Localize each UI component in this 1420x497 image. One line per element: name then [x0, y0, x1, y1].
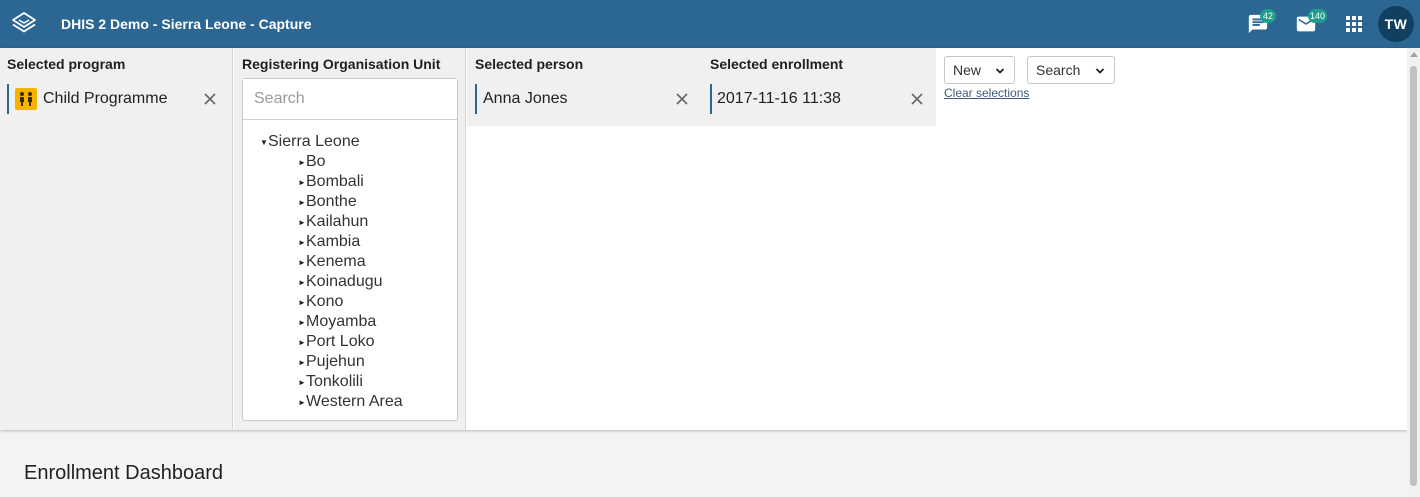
orgunit-tree-box: ▼ Sierra Leone ►Bo ►Bombali ►Bonthe ►Kai… — [242, 78, 458, 421]
tree-item-label[interactable]: Koinadugu — [306, 273, 383, 291]
tree-item-label[interactable]: Kono — [306, 293, 343, 311]
tree-item-label[interactable]: Pujehun — [306, 353, 365, 371]
tree-item-label[interactable]: Sierra Leone — [268, 133, 360, 151]
tree-item-label[interactable]: Bo — [306, 153, 326, 171]
collapsed-triangle-icon[interactable]: ► — [298, 238, 306, 247]
close-icon — [204, 93, 216, 105]
tree-item[interactable]: ► Bo — [298, 152, 403, 172]
tree-item[interactable]: ► Bonthe — [298, 192, 403, 212]
header-bar: DHIS 2 Demo - Sierra Leone - Capture 42 … — [0, 0, 1420, 48]
apps-grid-icon — [1346, 16, 1362, 32]
orgunit-selector: Registering Organisation Unit ▼ Sierra L… — [234, 48, 466, 430]
collapsed-triangle-icon[interactable]: ► — [298, 178, 306, 187]
program-name: Child Programme — [43, 90, 168, 107]
tree-item[interactable]: ► Kenema — [298, 252, 403, 272]
collapsed-triangle-icon[interactable]: ► — [298, 298, 306, 307]
orgunit-label: Registering Organisation Unit — [242, 56, 441, 72]
person-label: Selected person — [475, 56, 584, 72]
dashboard-title: Enrollment Dashboard — [24, 462, 223, 484]
dhis2-logo-icon[interactable] — [0, 0, 48, 48]
collapsed-triangle-icon[interactable]: ► — [298, 378, 306, 387]
tree-item-root[interactable]: ▼ Sierra Leone — [260, 132, 403, 152]
orgunit-search-input[interactable] — [243, 79, 457, 120]
person-enrollment-selector: Selected person Anna Jones Selected enro… — [467, 48, 936, 126]
tree-item[interactable]: ► Western Area — [298, 392, 403, 412]
clear-program-button[interactable] — [195, 84, 225, 114]
interpretations-badge: 42 — [1260, 9, 1276, 23]
tree-item[interactable]: ► Bombali — [298, 172, 403, 192]
search-dropdown-button[interactable]: Search — [1027, 56, 1115, 84]
clear-enrollment-button[interactable] — [902, 84, 932, 114]
app-title: DHIS 2 Demo - Sierra Leone - Capture — [61, 16, 312, 32]
enrollment-selector: Selected enrollment 2017-11-16 11:38 — [702, 48, 936, 126]
collapsed-triangle-icon[interactable]: ► — [298, 198, 306, 207]
new-label: New — [953, 62, 982, 78]
clear-selections-link[interactable]: Clear selections — [944, 86, 1029, 100]
scrollbar-thumb[interactable] — [1410, 66, 1417, 486]
collapsed-triangle-icon[interactable]: ► — [298, 338, 306, 347]
expanded-triangle-icon[interactable]: ▼ — [260, 138, 268, 147]
apps-menu-button[interactable] — [1330, 0, 1378, 48]
tree-item-label[interactable]: Bonthe — [306, 193, 357, 211]
tree-item[interactable]: ► Moyamba — [298, 312, 403, 332]
tree-item-label[interactable]: Port Loko — [306, 333, 374, 351]
scroll-up-arrow-icon[interactable] — [1410, 52, 1418, 57]
tree-item[interactable]: ► Kono — [298, 292, 403, 312]
collapsed-triangle-icon[interactable]: ► — [298, 278, 306, 287]
tree-children: ► Bo ► Bombali ► Bonthe ► Kailahun ► Kambia ►… — [298, 152, 403, 412]
quick-selector: Selected program Child Programme Registe… — [0, 48, 1407, 430]
collapsed-triangle-icon[interactable]: ► — [298, 158, 306, 167]
person-selector: Selected person Anna Jones — [467, 48, 701, 126]
chevron-down-icon — [995, 68, 1005, 74]
orgunit-tree: ▼ Sierra Leone ► Bo ► Bombali ► Bonthe ► Kai… — [260, 132, 403, 412]
tree-item[interactable]: ► Kambia — [298, 232, 403, 252]
search-label: Search — [1036, 62, 1081, 78]
tree-item[interactable]: ► Tonkolili — [298, 372, 403, 392]
collapsed-triangle-icon[interactable]: ► — [298, 358, 306, 367]
collapsed-triangle-icon[interactable]: ► — [298, 398, 306, 407]
close-icon — [676, 93, 688, 105]
tree-item-label[interactable]: Kenema — [306, 253, 366, 271]
tree-item[interactable]: ► Koinadugu — [298, 272, 403, 292]
enrollment-date: 2017-11-16 11:38 — [717, 90, 841, 107]
user-avatar[interactable]: TW — [1378, 6, 1414, 42]
person-name: Anna Jones — [483, 90, 568, 107]
clear-person-button[interactable] — [667, 84, 697, 114]
collapsed-triangle-icon[interactable]: ► — [298, 258, 306, 267]
collapsed-triangle-icon[interactable]: ► — [298, 218, 306, 227]
selected-enrollment[interactable]: 2017-11-16 11:38 — [710, 84, 932, 114]
tree-item[interactable]: ► Pujehun — [298, 352, 403, 372]
program-selector: Selected program Child Programme — [0, 48, 233, 430]
selected-person[interactable]: Anna Jones — [475, 84, 697, 114]
tree-item-label[interactable]: Bombali — [306, 173, 364, 191]
program-label: Selected program — [7, 56, 126, 72]
collapsed-triangle-icon[interactable]: ► — [298, 318, 306, 327]
selected-program[interactable]: Child Programme — [7, 84, 225, 114]
messages-button[interactable]: 140 — [1282, 0, 1330, 48]
new-dropdown-button[interactable]: New — [944, 56, 1015, 84]
tree-item-label[interactable]: Tonkolili — [306, 373, 363, 391]
interpretations-button[interactable]: 42 — [1234, 0, 1282, 48]
tree-item[interactable]: ► Port Loko — [298, 332, 403, 352]
tree-item-label[interactable]: Kambia — [306, 233, 360, 251]
tree-item[interactable]: ► Kailahun — [298, 212, 403, 232]
tree-item-label[interactable]: Kailahun — [306, 213, 368, 231]
messages-badge: 140 — [1308, 9, 1328, 23]
close-icon — [911, 93, 923, 105]
chevron-down-icon — [1095, 68, 1105, 74]
page-scrollbar[interactable] — [1407, 48, 1420, 497]
tree-item-label[interactable]: Moyamba — [306, 313, 376, 331]
tree-item-label[interactable]: Western Area — [306, 393, 403, 411]
enrollment-label: Selected enrollment — [710, 56, 844, 72]
children-icon — [15, 88, 37, 110]
